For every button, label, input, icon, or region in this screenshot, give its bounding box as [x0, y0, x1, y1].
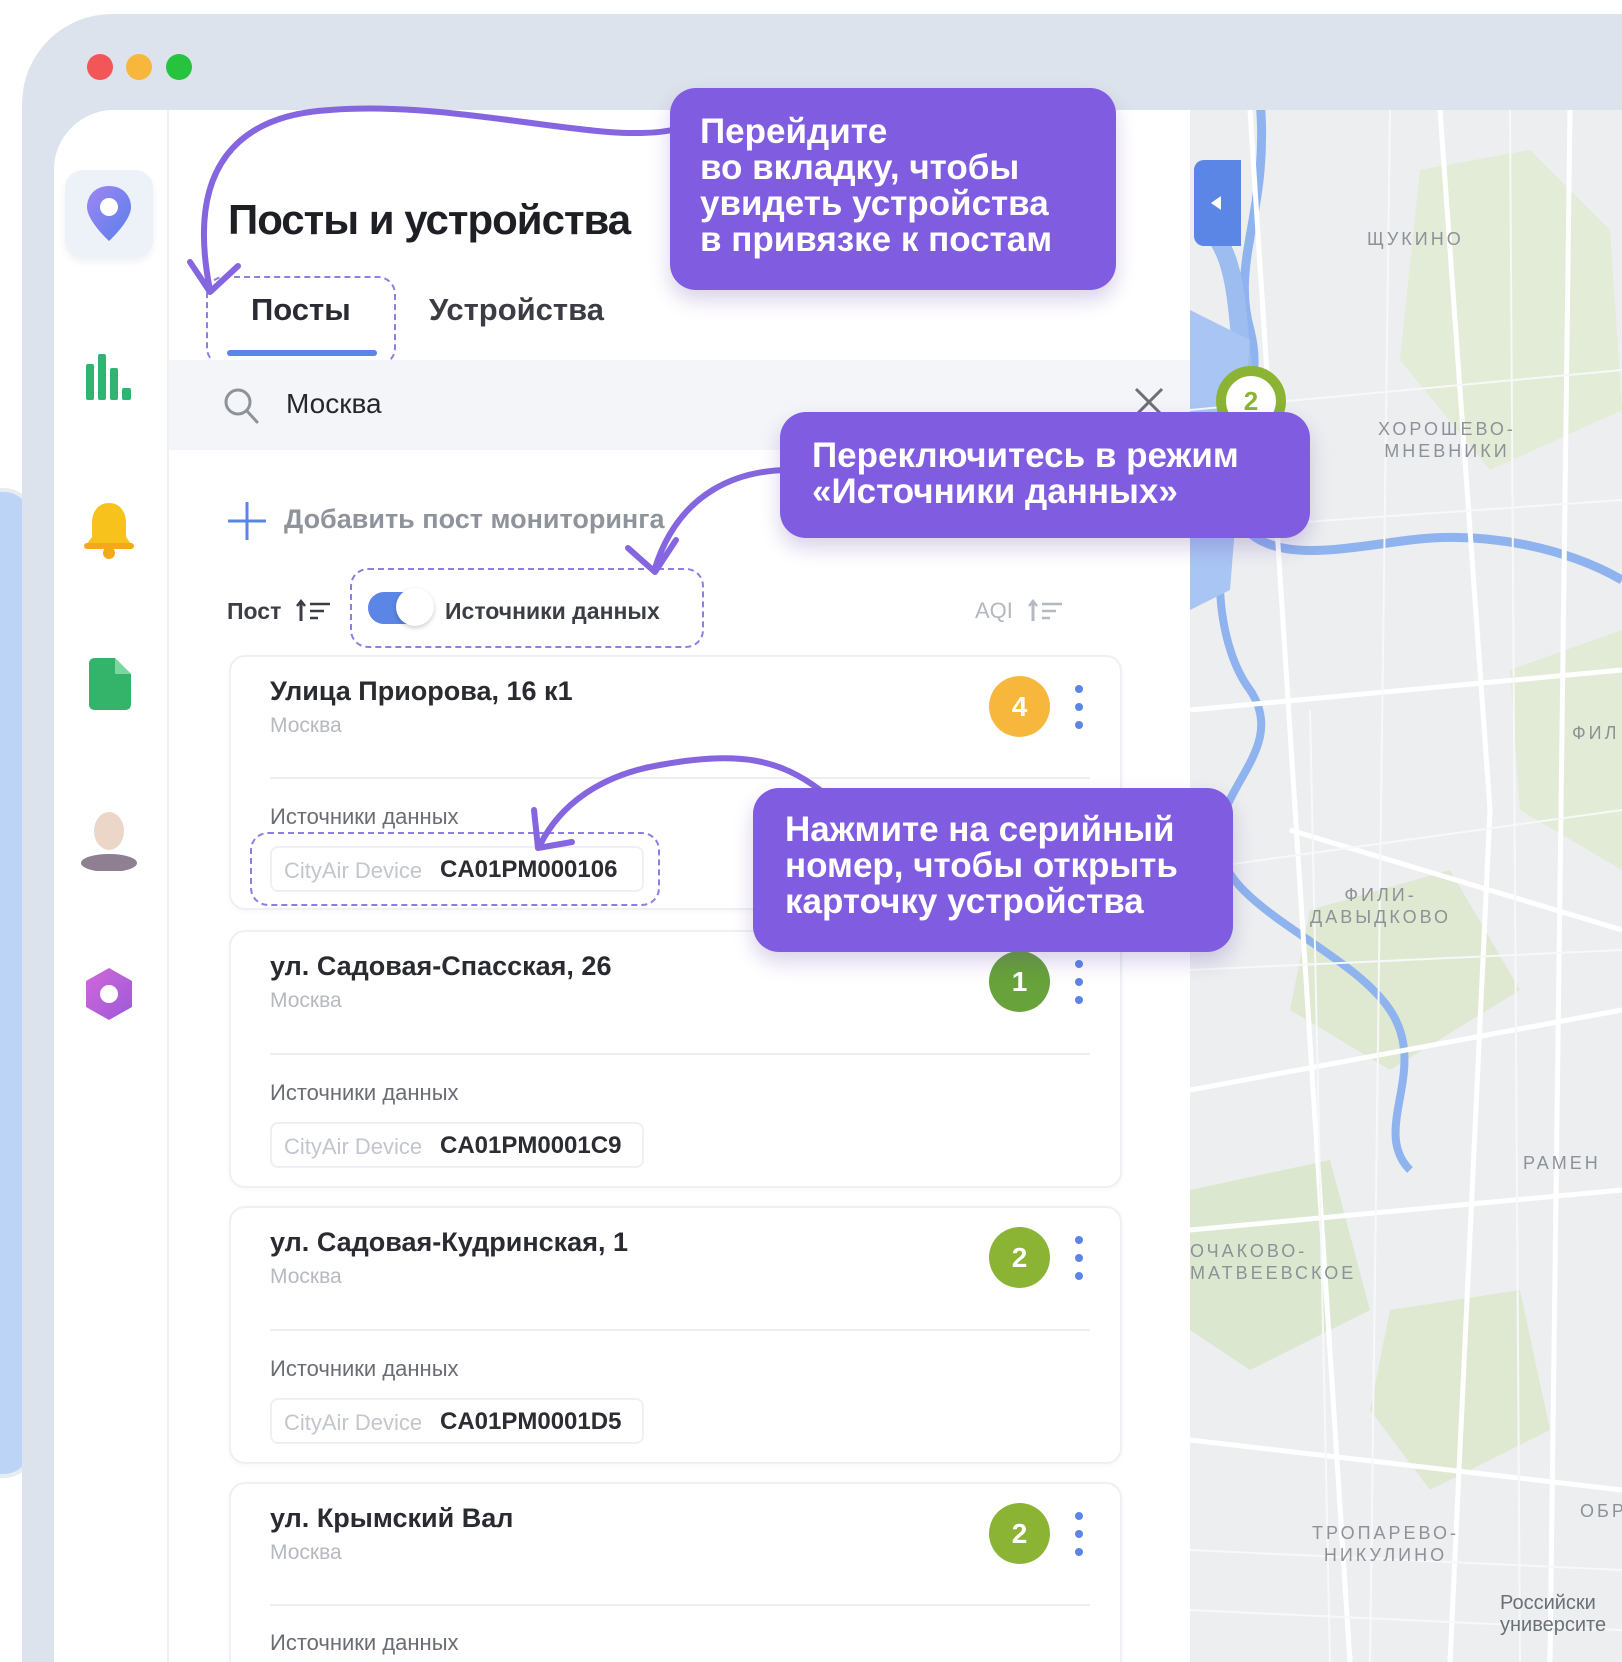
callout-tabs: Перейдите во вкладку, чтобы увидеть устр…: [670, 88, 1116, 290]
screen: Посты и устройства Посты Устройства Моск…: [0, 0, 1622, 1662]
callout-serial: Нажмите на серийный номер, чтобы открыть…: [753, 788, 1233, 952]
callout-toggle: Переключитесь в режим «Источники данных»: [780, 412, 1310, 538]
